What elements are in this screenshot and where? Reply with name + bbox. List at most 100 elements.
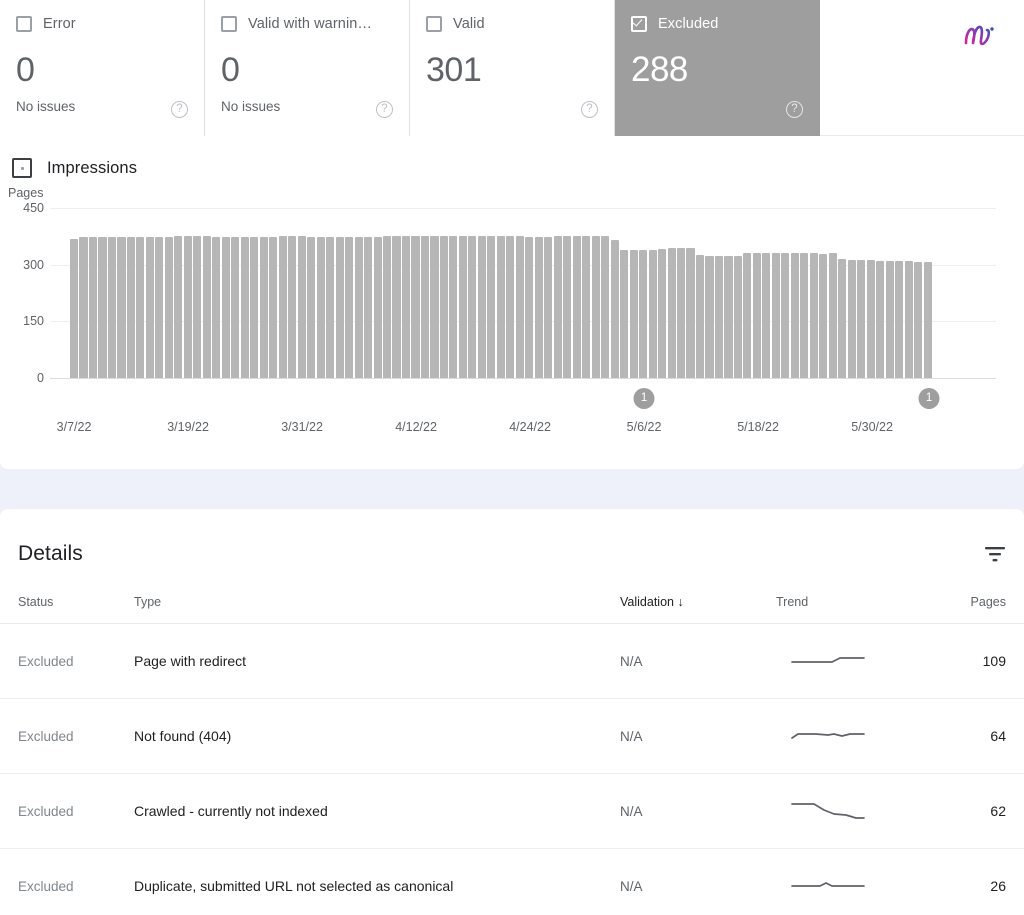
chart-bar[interactable] — [477, 236, 486, 378]
chart-bar[interactable] — [250, 236, 259, 378]
chart-annotation-badge[interactable]: 1 — [918, 388, 940, 409]
column-header-validation[interactable]: Validation ↓ — [620, 573, 776, 624]
chart-bar[interactable] — [629, 249, 638, 378]
table-row[interactable]: Excluded Duplicate, submitted URL not sel… — [0, 848, 1024, 915]
summary-card-valid[interactable]: Valid 301 ? — [410, 0, 615, 136]
chart-bar[interactable] — [439, 236, 448, 378]
summary-card-valid-with-warnings[interactable]: Valid with warnin… 0 No issues ? — [205, 0, 410, 136]
chart-bar[interactable] — [809, 253, 818, 378]
column-header-type[interactable]: Type — [134, 573, 620, 624]
chart-bar[interactable] — [658, 249, 667, 378]
chart-bar[interactable] — [724, 255, 733, 378]
chart-bar[interactable] — [468, 236, 477, 378]
chart-bar[interactable] — [70, 238, 79, 378]
chart-bar[interactable] — [790, 252, 799, 378]
chart-bar[interactable] — [904, 261, 913, 378]
chart-bar[interactable] — [677, 248, 686, 378]
chart-bar[interactable] — [667, 248, 676, 378]
chart-bar[interactable] — [401, 236, 411, 378]
table-row[interactable]: Excluded Page with redirect N/A 109 — [0, 623, 1024, 699]
chart-bar[interactable] — [221, 236, 230, 378]
chart-bar[interactable] — [240, 236, 249, 378]
chart-bar[interactable] — [544, 236, 553, 378]
chart-bar[interactable] — [610, 239, 619, 378]
chart-bar[interactable] — [487, 235, 496, 378]
chart-bar[interactable] — [449, 236, 458, 378]
chart-bar[interactable] — [278, 236, 287, 378]
chart-bar[interactable] — [392, 236, 401, 378]
chart-bar[interactable] — [819, 253, 828, 378]
chart-bar[interactable] — [762, 253, 771, 378]
chart-bar[interactable] — [866, 259, 875, 378]
column-header-trend[interactable]: Trend — [776, 573, 928, 624]
impressions-checkbox[interactable] — [12, 158, 32, 178]
chart-bar[interactable] — [136, 237, 145, 378]
chart-bar[interactable] — [648, 249, 657, 378]
chart-bar[interactable] — [601, 236, 610, 378]
impressions-toggle-row[interactable]: Impressions — [0, 136, 1024, 182]
help-icon[interactable]: ? — [581, 101, 598, 118]
chart-bar[interactable] — [800, 252, 809, 378]
chart-bar[interactable] — [420, 236, 430, 378]
chart-bar[interactable] — [743, 253, 752, 378]
chart-bar[interactable] — [752, 252, 761, 378]
chart-bar[interactable] — [828, 253, 837, 378]
chart-bar[interactable] — [705, 255, 714, 378]
chart-bar[interactable] — [107, 237, 117, 378]
chart-bar[interactable] — [496, 235, 505, 378]
chart-bar[interactable] — [326, 236, 335, 378]
chart-bar[interactable] — [771, 253, 780, 378]
chart-bar[interactable] — [98, 237, 107, 378]
chart-bar[interactable] — [458, 236, 467, 378]
help-icon[interactable]: ? — [171, 101, 188, 118]
chart-bar[interactable] — [714, 255, 724, 378]
chart-bar[interactable] — [183, 236, 192, 378]
chart-bar[interactable] — [923, 262, 932, 378]
chart-annotation-badge[interactable]: 1 — [633, 388, 655, 409]
help-icon[interactable]: ? — [376, 101, 393, 118]
chart-bar[interactable] — [506, 236, 515, 378]
valid-checkbox[interactable] — [426, 16, 442, 32]
chart-bar[interactable] — [885, 261, 894, 378]
chart-bar[interactable] — [781, 252, 790, 378]
chart-bar[interactable] — [876, 261, 885, 378]
chart-bar[interactable] — [345, 236, 354, 378]
chart-bar[interactable] — [212, 236, 221, 378]
table-row[interactable]: Excluded Crawled - currently not indexed N… — [0, 773, 1024, 849]
chart-bar[interactable] — [126, 237, 135, 378]
chart-bar[interactable] — [269, 236, 278, 378]
filter-icon[interactable] — [984, 544, 1006, 564]
help-icon[interactable]: ? — [786, 101, 803, 118]
chart-bar[interactable] — [620, 249, 629, 378]
chart-bar[interactable] — [572, 236, 581, 378]
summary-card-error[interactable]: Error 0 No issues ? — [0, 0, 205, 136]
chart-bar[interactable] — [145, 237, 154, 378]
chart-bar[interactable] — [297, 236, 306, 378]
excluded-checkbox[interactable] — [631, 16, 647, 32]
chart-bar[interactable] — [316, 236, 325, 378]
chart-bar[interactable] — [307, 236, 316, 378]
chart-bar[interactable] — [411, 236, 420, 378]
chart-bar[interactable] — [259, 236, 268, 378]
chart-bar[interactable] — [164, 236, 173, 378]
chart-bar[interactable] — [895, 260, 904, 378]
chart-bar[interactable] — [202, 236, 211, 378]
column-header-pages[interactable]: Pages — [928, 573, 1024, 624]
chart-bar[interactable] — [382, 236, 392, 378]
chart-bar[interactable] — [193, 236, 202, 378]
chart-bar[interactable] — [364, 237, 373, 378]
chart-bar[interactable] — [515, 236, 524, 378]
chart-bar[interactable] — [914, 262, 923, 378]
chart-bar[interactable] — [733, 255, 742, 378]
chart-bar[interactable] — [174, 236, 183, 378]
valid-with-warnings-checkbox[interactable] — [221, 16, 237, 32]
chart-bar[interactable] — [534, 236, 543, 378]
chart-bar[interactable] — [155, 236, 164, 378]
chart-bar[interactable] — [582, 236, 591, 378]
chart-bar[interactable] — [847, 259, 856, 378]
chart-bar[interactable] — [117, 237, 126, 378]
chart-bar[interactable] — [639, 249, 648, 378]
chart-bar[interactable] — [288, 236, 297, 378]
chart-bar[interactable] — [686, 248, 695, 378]
chart-bar[interactable] — [838, 259, 847, 378]
